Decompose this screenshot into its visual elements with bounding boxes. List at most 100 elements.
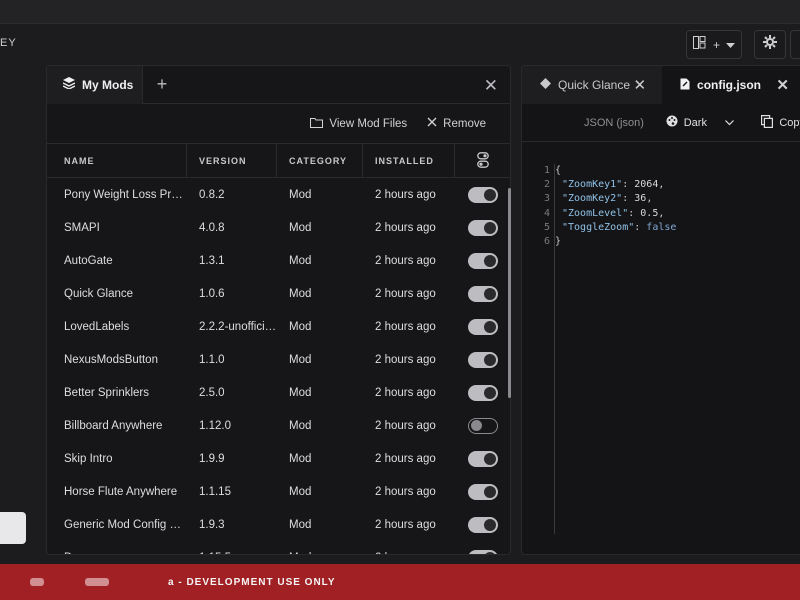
code-editor[interactable]: 1{2 "ZoomKey1": 2064, 3 "ZoomKey2": 36, 4 "Zo… <box>536 164 676 249</box>
line-number: 1 <box>543 165 550 176</box>
layout-plus: + <box>712 37 720 52</box>
mod-installed: 2 hours ago <box>375 518 436 531</box>
remove-button[interactable]: Remove <box>427 117 486 130</box>
mod-installed: 2 hours ago <box>375 287 436 300</box>
mod-name: Horse Flute Anywhere <box>64 485 178 498</box>
layers-icon <box>62 77 76 92</box>
mod-enabled-toggle[interactable] <box>467 450 498 467</box>
x-icon <box>427 117 437 130</box>
mod-enabled-toggle[interactable] <box>467 285 498 302</box>
mod-category: Mod <box>289 188 312 201</box>
editor-toolbar: JSON (json) Dark Copy <box>522 104 800 142</box>
theme-select[interactable]: Dark <box>666 115 758 130</box>
mods-scrollbar[interactable] <box>508 188 511 398</box>
mod-enabled-toggle[interactable] <box>467 318 498 335</box>
line-number: 6 <box>543 236 550 248</box>
mod-enabled-toggle[interactable] <box>467 549 498 554</box>
code-token: "ZoomKey1" <box>562 179 623 191</box>
copy-button[interactable]: Copy <box>761 114 800 131</box>
table-row[interactable]: Billboard Anywhere 1.12.0 Mod 2 hours ago <box>47 409 510 442</box>
close-icon[interactable]: ✕ <box>633 76 646 94</box>
column-header-category[interactable]: CATEGORY <box>277 143 363 178</box>
mod-enabled-toggle[interactable] <box>467 351 498 368</box>
mod-enabled-toggle[interactable] <box>467 516 498 533</box>
code-token: } <box>555 236 562 248</box>
mod-name: Pony Weight Loss Progr... <box>64 188 187 201</box>
mods-tab-bar: My Mods + ✕ <box>47 66 510 104</box>
toggle-cell <box>455 516 510 533</box>
mod-name: Generic Mod Config Menu <box>64 518 187 531</box>
mod-enabled-toggle[interactable] <box>467 186 498 203</box>
mod-enabled-toggle[interactable] <box>467 384 498 401</box>
code-line: 1{ <box>536 164 676 178</box>
remove-label: Remove <box>443 117 486 130</box>
table-row[interactable]: Generic Mod Config Menu 1.9.3 Mod 2 hours a… <box>47 508 510 541</box>
sidebar-action-button[interactable] <box>0 512 26 544</box>
code-line: 5 "ToggleZoom": false <box>536 221 676 235</box>
layout-button[interactable]: + <box>686 30 742 59</box>
tab-label: My Mods <box>82 77 134 92</box>
mod-name: Skip Intro <box>64 452 113 465</box>
table-row[interactable]: Better Sprinklers 2.5.0 Mod 2 hours ago <box>47 376 510 409</box>
mod-enabled-toggle[interactable] <box>467 252 498 269</box>
mod-name: SMAPI <box>64 221 100 234</box>
mod-installed: 2 hours ago <box>363 552 455 555</box>
table-row[interactable]: SMAPI 4.0.8 Mod 2 hours ago <box>47 211 510 244</box>
theme-value: Dark <box>683 116 707 129</box>
table-row[interactable]: Horse Flute Anywhere 1.1.15 Mod 2 hours ago <box>47 475 510 508</box>
line-number: 3 <box>543 193 550 205</box>
mod-enabled-toggle[interactable] <box>467 219 498 236</box>
mod-category: Mod <box>289 386 312 399</box>
tab-my-mods[interactable]: My Mods <box>47 66 143 104</box>
mod-version: 1.12.0 <box>199 419 231 432</box>
code-token: : <box>622 179 635 191</box>
view-mod-files-button[interactable]: View Mod Files <box>310 117 407 131</box>
chevron-down-icon[interactable] <box>726 36 735 54</box>
column-header-enabled[interactable] <box>455 144 510 178</box>
add-tab-button[interactable]: + <box>153 74 171 95</box>
code-token: : <box>622 193 635 205</box>
table-row[interactable]: LovedLabels 2.2.2-unofficial... Mod 2 hours… <box>47 310 510 343</box>
code-line: 2 "ZoomKey1": 2064, <box>536 178 676 192</box>
close-icon[interactable]: ✕ <box>484 76 498 96</box>
table-row[interactable]: Pony Weight Loss Progr... 0.8.2 Mod 2 hours… <box>47 178 510 211</box>
line-number: 5 <box>543 221 550 233</box>
table-row[interactable]: Skip Intro 1.9.9 Mod 2 hours ago <box>47 442 510 475</box>
window-top-bar <box>0 0 800 24</box>
header-edge-button[interactable] <box>790 30 800 59</box>
toggle-cell <box>455 417 510 434</box>
mod-version: 1.9.9 <box>199 452 225 465</box>
mod-version: 1.1.15 <box>199 485 231 498</box>
mod-category: Mod <box>289 485 312 498</box>
toggle-cell <box>455 549 510 554</box>
code-token: , <box>658 207 665 219</box>
table-row[interactable]: Quick Glance 1.0.6 Mod 2 hours ago <box>47 277 510 310</box>
editor-panel: Quick Glance ✕ config.json ✕ JSON (json)… <box>521 65 800 555</box>
mod-installed: 2 hours ago <box>375 485 436 498</box>
column-header-installed[interactable]: INSTALLED <box>363 143 455 178</box>
tab-config-json[interactable]: config.json ✕ <box>662 66 800 104</box>
mod-enabled-toggle[interactable] <box>467 417 498 434</box>
code-token: "ZoomLevel" <box>562 207 629 219</box>
code-token: 2064 <box>634 179 659 191</box>
copy-icon <box>761 114 774 131</box>
mod-installed: 2 hours ago <box>375 419 436 432</box>
table-row[interactable]: AutoGate 1.3.1 Mod 2 hours ago <box>47 244 510 277</box>
close-icon[interactable]: ✕ <box>776 76 789 94</box>
column-header-name[interactable]: NAME <box>47 143 187 178</box>
mod-category: Mod <box>289 353 312 366</box>
toggle-cell <box>455 252 510 269</box>
banner-text: a - DEVELOPMENT USE ONLY <box>168 577 336 588</box>
mod-enabled-toggle[interactable] <box>467 483 498 500</box>
tab-quick-glance[interactable]: Quick Glance ✕ <box>522 66 663 104</box>
mods-toolbar: View Mod Files Remove <box>47 104 510 144</box>
code-token: , <box>646 193 653 205</box>
line-number: 2 <box>543 179 550 191</box>
palette-icon <box>666 115 678 130</box>
column-header-version[interactable]: VERSION <box>187 143 277 178</box>
table-row[interactable]: Da...1.15.5Mod2 hours ago <box>47 541 510 555</box>
table-row[interactable]: NexusModsButton 1.1.0 Mod 2 hours ago <box>47 343 510 376</box>
settings-button[interactable] <box>754 30 786 59</box>
code-token: 0.5 <box>640 207 659 219</box>
mod-installed: 2 hours ago <box>375 452 436 465</box>
